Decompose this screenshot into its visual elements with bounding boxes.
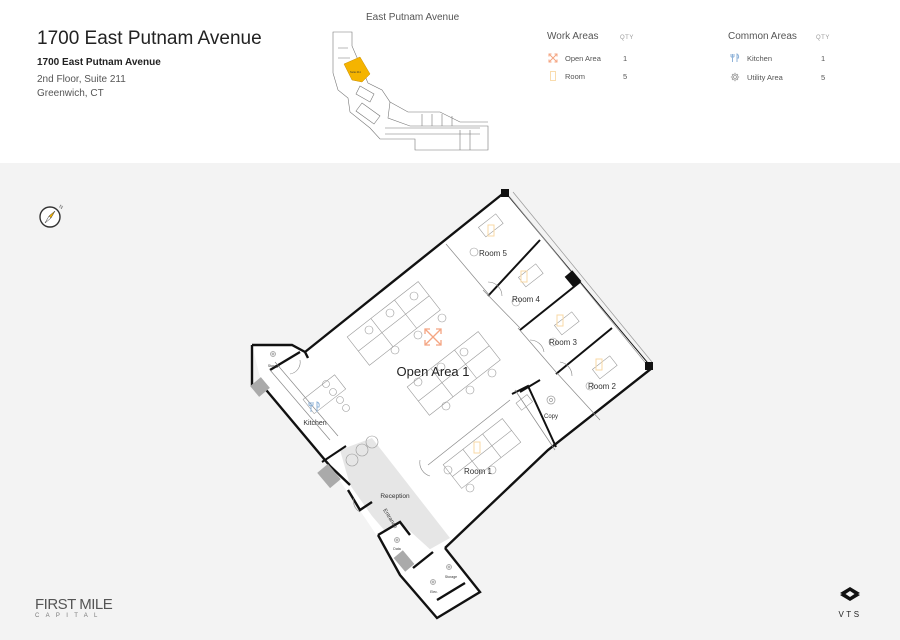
- legend-room-qty: 5: [623, 72, 628, 81]
- floor-area: [252, 192, 652, 570]
- floor-plan: Open Area 1 Room 1 Room 2 Room 3 Room 4 …: [250, 189, 653, 620]
- first-mile-capital-logo: FIRST MILE CAPITAL: [35, 597, 125, 623]
- address-line: 1700 East Putnam Avenue: [37, 57, 161, 68]
- suite-highlight: [343, 56, 371, 83]
- room5-label: Room 5: [479, 249, 508, 258]
- vts-logo-text: VTS: [838, 610, 862, 619]
- legend-utility-area-label: Utility Area: [747, 73, 783, 82]
- fork-knife-icon: [730, 53, 740, 62]
- gear-icon: [730, 72, 740, 82]
- door-rectangle-icon: [550, 71, 556, 81]
- open-area-label: Open Area 1: [397, 364, 470, 379]
- legend-open-area-label: Open Area: [565, 54, 601, 63]
- legend-utility-area-qty: 5: [821, 73, 826, 82]
- logo-sub-text: CAPITAL: [35, 613, 104, 619]
- room1-label: Room 1: [464, 467, 493, 476]
- reception-label: Reception: [380, 493, 410, 500]
- elec-label: Elec.: [430, 590, 438, 594]
- vts-logo: VTS: [835, 585, 865, 625]
- kitchen-label: Kitchen: [303, 420, 326, 427]
- logo-main-text: FIRST MILE: [35, 596, 113, 613]
- legend-open-area-qty: 1: [623, 54, 628, 63]
- header: 1700 East Putnam Avenue 1700 East Putnam…: [0, 0, 900, 163]
- city-line: Greenwich, CT: [37, 88, 104, 99]
- legend-kitchen-qty: 1: [821, 54, 826, 63]
- storage-left-label: Storage: [268, 364, 280, 368]
- room3-label: Room 3: [549, 338, 578, 347]
- data-label: Data: [393, 547, 400, 551]
- work-areas-qty-header: QTY: [620, 35, 634, 41]
- suite-highlight-label: Suite 211: [350, 70, 361, 74]
- expand-arrows-icon: [548, 53, 558, 63]
- storage-bottom-label: Storage: [445, 575, 457, 579]
- keyplan-street-label: East Putnam Avenue: [366, 12, 460, 23]
- legend-room-label: Room: [565, 72, 586, 81]
- vts-mark-icon: [840, 587, 860, 601]
- legend-kitchen-label: Kitchen: [747, 54, 773, 63]
- common-areas-qty-header: QTY: [816, 35, 830, 41]
- common-areas-heading: Common Areas: [728, 31, 797, 42]
- room2-label: Room 2: [588, 382, 617, 391]
- copy-label: Copy: [544, 414, 558, 420]
- work-areas-heading: Work Areas: [547, 31, 599, 42]
- floor-suite-line: 2nd Floor, Suite 211: [37, 74, 126, 85]
- page-title: 1700 East Putnam Avenue: [37, 28, 262, 49]
- keyplan-map: Suite 211: [332, 31, 489, 151]
- room4-label: Room 4: [512, 295, 541, 304]
